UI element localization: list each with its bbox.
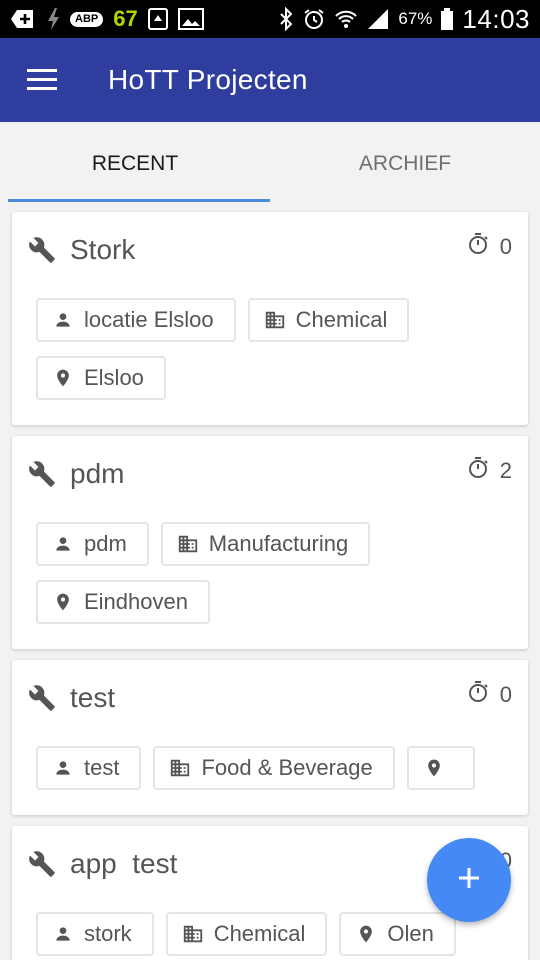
project-card[interactable]: pdm 2 pdm Manufacturing Eindhoven (12, 436, 528, 649)
notification-count: 67 (113, 6, 138, 31)
wrench-icon (28, 236, 56, 264)
map-pin-icon (423, 757, 445, 779)
map-pin-icon (355, 923, 377, 945)
project-title: Stork (70, 234, 136, 265)
time-entry-count: 0 (499, 682, 512, 707)
contact-label: stork (84, 921, 132, 946)
project-tags: locatie Elsloo Chemical Elsloo (36, 298, 516, 400)
wrench-icon (28, 684, 56, 712)
time-entries: 0 (466, 232, 512, 262)
alarm-icon (302, 7, 326, 31)
industry-label: Chemical (213, 921, 306, 946)
card-header: Stork (12, 212, 528, 288)
industry-label: Food & Beverage (201, 755, 373, 780)
bluetooth-icon (278, 7, 294, 31)
time-entry-count: 0 (499, 234, 512, 259)
industry-chip[interactable]: Manufacturing (160, 522, 371, 566)
industry-chip[interactable]: Chemical (165, 912, 328, 956)
location-label: Eindhoven (84, 589, 188, 614)
person-icon (52, 757, 74, 779)
contact-label: pdm (84, 531, 127, 556)
stopwatch-icon (466, 456, 490, 486)
card-header: test (12, 660, 528, 736)
project-card[interactable]: test 0 test Food & Beverage (12, 660, 528, 815)
person-icon (52, 923, 74, 945)
industry-label: Chemical (295, 307, 388, 332)
image-icon (177, 7, 204, 31)
person-icon (52, 309, 74, 331)
project-tags: test Food & Beverage (36, 746, 516, 790)
time-entries: 2 (466, 456, 512, 486)
flash-icon (46, 7, 60, 31)
stopwatch-icon (466, 232, 490, 262)
add-project-button[interactable] (427, 838, 511, 922)
tab-archief[interactable]: ARCHIEF (270, 122, 540, 206)
location-label: Olen (387, 921, 434, 946)
wrench-icon (28, 460, 56, 488)
location-chip[interactable] (406, 746, 475, 790)
adblock-icon: ABP (70, 7, 104, 31)
card-header: pdm (12, 436, 528, 512)
menu-button[interactable] (0, 38, 84, 122)
industry-chip[interactable]: Chemical (247, 298, 410, 342)
tab-recent[interactable]: RECENT (0, 122, 270, 206)
contact-chip[interactable]: test (36, 746, 142, 790)
app-title: HoTT Projecten (108, 64, 308, 95)
add-notification-icon (10, 7, 36, 31)
contact-chip[interactable]: locatie Elsloo (36, 298, 236, 342)
contact-label: test (84, 755, 120, 780)
map-pin-icon (52, 367, 74, 389)
clock: 14:03 (462, 3, 530, 34)
location-chip[interactable]: Elsloo (36, 356, 166, 400)
building-icon (177, 533, 199, 555)
industry-label: Manufacturing (208, 531, 349, 556)
map-pin-icon (52, 591, 74, 613)
stopwatch-icon (466, 680, 490, 710)
signal-icon (366, 7, 390, 31)
wifi-icon (334, 7, 358, 31)
location-label: Elsloo (84, 365, 144, 390)
project-tags: stork Chemical Olen (36, 912, 516, 956)
project-title: test (70, 682, 116, 713)
recycle-icon (147, 7, 168, 31)
location-chip[interactable]: Eindhoven (36, 580, 210, 624)
contact-label: locatie Elsloo (84, 307, 214, 332)
battery-icon (440, 7, 454, 31)
battery-level: 67% (398, 9, 433, 28)
person-icon (52, 533, 74, 555)
hamburger-menu-icon (27, 69, 57, 91)
project-tags: pdm Manufacturing Eindhoven (36, 522, 516, 624)
building-icon (182, 923, 204, 945)
tab-bar: RECENT ARCHIEF (0, 122, 540, 206)
app-bar: HoTT Projecten (0, 38, 540, 122)
status-bar: ABP 67 67% 14:03 (0, 0, 540, 38)
project-title: app test (70, 848, 178, 879)
project-card[interactable]: Stork 0 locatie Elsloo Chemical Elsloo (12, 212, 528, 425)
industry-chip[interactable]: Food & Beverage (153, 746, 395, 790)
contact-chip[interactable]: pdm (36, 522, 149, 566)
time-entry-count: 2 (499, 458, 512, 483)
plus-icon (457, 866, 481, 895)
location-chip[interactable]: Olen (339, 912, 456, 956)
project-title: pdm (70, 458, 125, 489)
wrench-icon (28, 850, 56, 878)
contact-chip[interactable]: stork (36, 912, 154, 956)
building-icon (169, 757, 191, 779)
time-entries: 0 (466, 680, 512, 710)
building-icon (264, 309, 286, 331)
